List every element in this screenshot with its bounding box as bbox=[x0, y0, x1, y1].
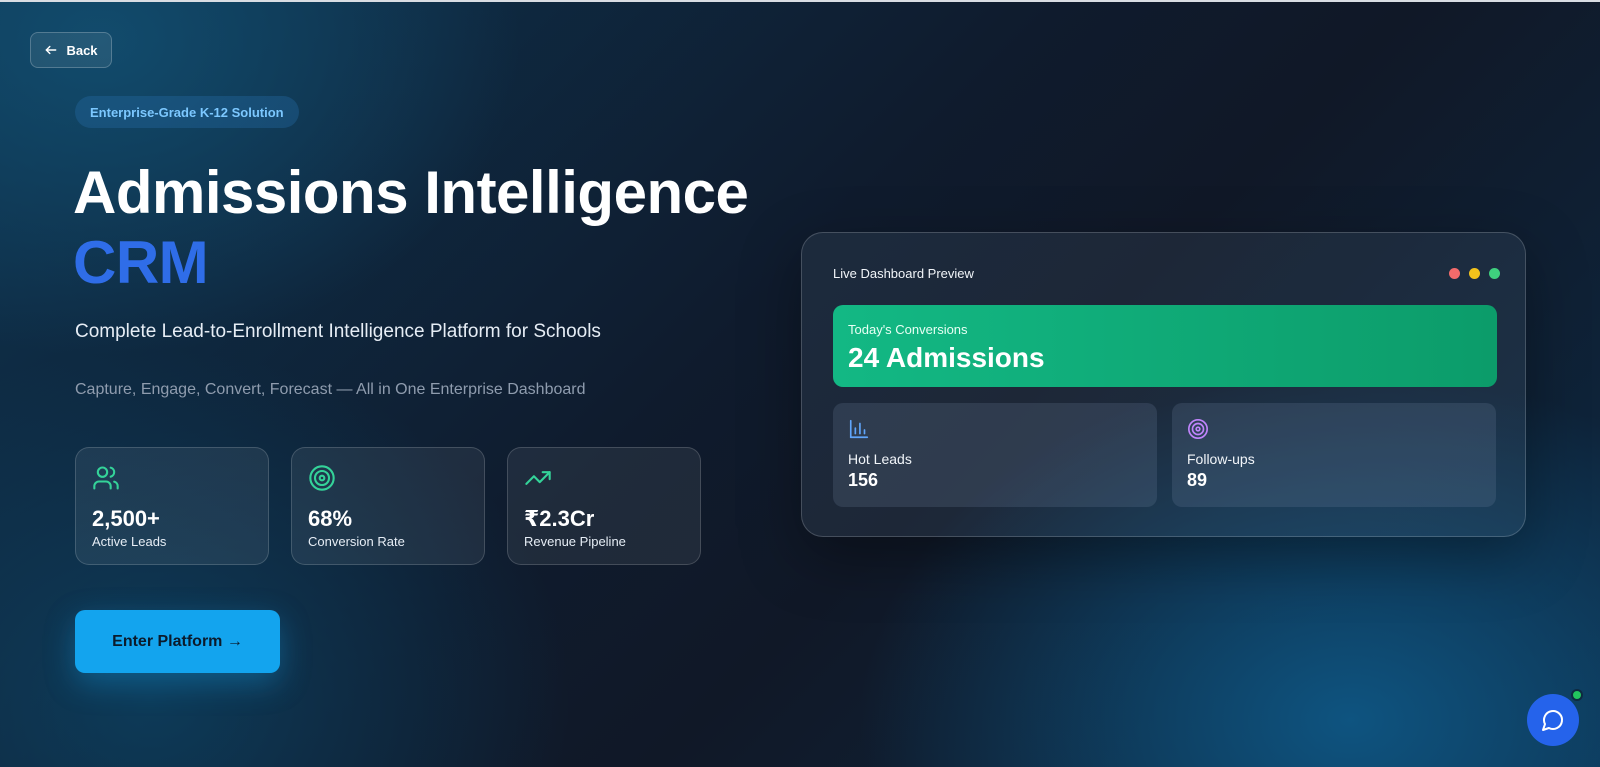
dashboard-preview: Live Dashboard Preview Today's Conversio… bbox=[801, 232, 1526, 537]
enter-platform-button[interactable]: Enter Platform → bbox=[75, 610, 280, 673]
stat-label: Conversion Rate bbox=[308, 534, 405, 549]
follow-ups-value: 89 bbox=[1187, 470, 1208, 490]
follow-ups-card: Follow-ups 89 bbox=[1172, 403, 1496, 507]
page-title: Admissions Intelligence bbox=[73, 159, 749, 226]
solution-badge: Enterprise-Grade K-12 Solution bbox=[75, 96, 299, 128]
page-title-accent: CRM bbox=[73, 229, 209, 296]
arrow-left-icon bbox=[46, 45, 57, 55]
users-icon bbox=[93, 466, 119, 490]
message-circle-icon bbox=[1542, 710, 1563, 731]
online-status-dot bbox=[1571, 689, 1583, 701]
hot-leads-card: Hot Leads 156 bbox=[833, 403, 1157, 507]
hero-subtitle: Complete Lead-to-Enrollment Intelligence… bbox=[75, 321, 601, 342]
chat-button[interactable] bbox=[1527, 694, 1579, 746]
target-icon bbox=[1188, 419, 1208, 439]
window-dot-green bbox=[1489, 268, 1500, 279]
follow-ups-label: Follow-ups bbox=[1187, 451, 1255, 467]
stat-label: Active Leads bbox=[92, 534, 167, 549]
top-border bbox=[0, 0, 1600, 2]
conversions-value: 24 Admissions bbox=[848, 342, 1045, 373]
stat-label: Revenue Pipeline bbox=[524, 534, 626, 549]
bar-chart-icon bbox=[849, 419, 869, 439]
stat-card-conversion-rate: 68% Conversion Rate bbox=[291, 447, 485, 565]
window-dot-yellow bbox=[1469, 268, 1480, 279]
hero-tagline: Capture, Engage, Convert, Forecast — All… bbox=[75, 381, 586, 398]
stat-card-revenue-pipeline: ₹2.3Cr Revenue Pipeline bbox=[507, 447, 701, 565]
trending-up-icon bbox=[525, 471, 551, 485]
hot-leads-value: 156 bbox=[848, 470, 879, 490]
hot-leads-label: Hot Leads bbox=[848, 451, 912, 467]
window-dot-red bbox=[1449, 268, 1460, 279]
dashboard-title: Live Dashboard Preview bbox=[833, 266, 974, 281]
stat-card-active-leads: 2,500+ Active Leads bbox=[75, 447, 269, 565]
stat-value: 68% bbox=[308, 506, 353, 531]
conversions-card: Today's Conversions 24 Admissions bbox=[833, 305, 1497, 387]
back-button[interactable]: Back bbox=[30, 32, 112, 68]
stat-value: ₹2.3Cr bbox=[524, 506, 595, 531]
target-icon bbox=[309, 465, 335, 491]
stat-value: 2,500+ bbox=[92, 506, 160, 531]
back-button-label: Back bbox=[66, 42, 98, 58]
conversions-label: Today's Conversions bbox=[848, 322, 968, 337]
